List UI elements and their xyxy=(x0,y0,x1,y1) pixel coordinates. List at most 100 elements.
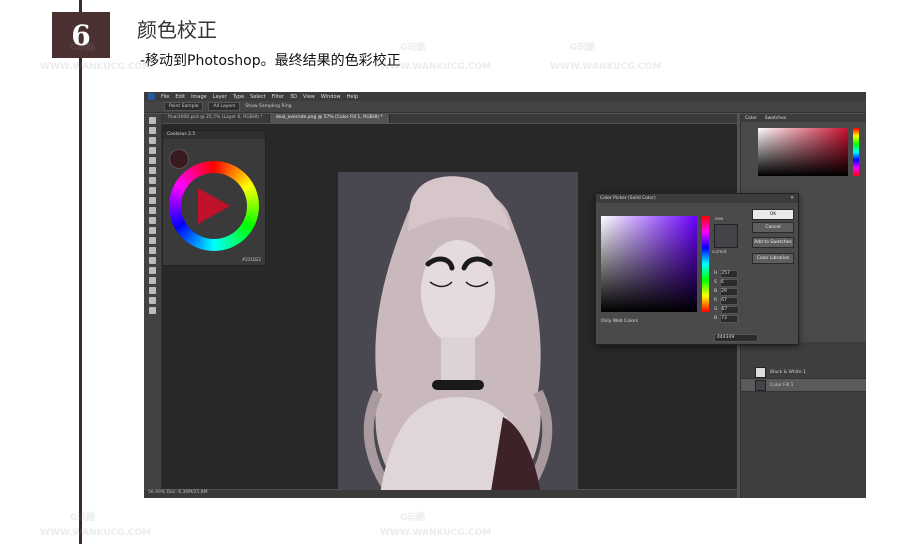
color-picker-title-text: Color Picker (Solid Color) xyxy=(600,196,656,201)
portrait-canvas[interactable] xyxy=(338,172,578,498)
watermark-logo: G玩酷 xyxy=(70,513,96,523)
only-web-colors-checkbox[interactable]: Only Web Colors xyxy=(601,319,638,324)
color-picker-title: Color Picker (Solid Color) ✕ xyxy=(596,194,798,203)
hand-tool-icon[interactable] xyxy=(149,297,156,304)
close-icon[interactable]: ✕ xyxy=(790,194,794,203)
step-subtitle: -移动到Photoshop。最终结果的色彩校正 xyxy=(140,53,401,69)
path-select-tool-icon[interactable] xyxy=(149,277,156,284)
color-libraries-button[interactable]: Color Libraries xyxy=(752,253,794,264)
field-label: S xyxy=(714,280,717,285)
menu-window[interactable]: Window xyxy=(321,94,341,100)
layers-panel: Black & White 1 Color Fill 1 xyxy=(741,342,866,498)
color-wheel[interactable] xyxy=(169,161,259,251)
ps-options-bar: Point Sample All Layers Show Sampling Ri… xyxy=(144,101,866,113)
step-number-badge: 6 xyxy=(52,12,110,58)
tab-swatches[interactable]: Swatches xyxy=(765,116,787,121)
pen-tool-icon[interactable] xyxy=(149,257,156,264)
field-label: G xyxy=(714,307,718,312)
watermark-url: WWW.WANKUCG.COM xyxy=(40,62,152,72)
timeline-line xyxy=(79,0,82,544)
ps-status-bar: 56.99% Doc: 6.36M/25.8M xyxy=(144,490,737,498)
menu-image[interactable]: Image xyxy=(191,94,207,100)
layer-name: Color Fill 1 xyxy=(770,382,794,388)
portrait-illustration xyxy=(363,176,553,498)
watermark-logo: G玩酷 xyxy=(400,43,426,53)
hue-slider[interactable] xyxy=(702,216,709,312)
coolorus-title: Coolorus 2.5 xyxy=(163,131,265,139)
quick-select-tool-icon[interactable] xyxy=(149,147,156,154)
coolorus-value: #231D22 xyxy=(241,257,261,262)
green-input[interactable]: 67 xyxy=(720,305,739,314)
blur-tool-icon[interactable] xyxy=(149,237,156,244)
menu-file[interactable]: File xyxy=(161,94,169,100)
cancel-button[interactable]: Cancel xyxy=(752,222,794,233)
healing-tool-icon[interactable] xyxy=(149,177,156,184)
menu-edit[interactable]: Edit xyxy=(175,94,185,100)
doc-tab-2[interactable]: deal_override.png @ 57% (Color Fill 1, R… xyxy=(269,114,390,123)
menu-3d[interactable]: 3D xyxy=(290,94,297,100)
ok-button[interactable]: OK xyxy=(752,209,794,220)
layers-controls xyxy=(741,342,866,366)
brightness-input[interactable]: 29 xyxy=(720,287,739,296)
blue-input[interactable]: 73 xyxy=(720,314,739,323)
zoom-tool-icon[interactable] xyxy=(149,307,156,314)
watermark-url: WWW.WANKUCG.COM xyxy=(40,528,152,538)
menu-filter[interactable]: Filter xyxy=(272,94,284,100)
layer-name: Black & White 1 xyxy=(770,369,806,375)
move-tool-icon[interactable] xyxy=(149,117,156,124)
watermark-url: WWW.WANKUCG.COM xyxy=(550,62,662,72)
saturation-input[interactable]: 6 xyxy=(719,278,738,287)
sample-size-select[interactable]: Point Sample xyxy=(164,102,204,111)
hue-input[interactable]: 257 xyxy=(720,269,739,278)
brush-tool-icon[interactable] xyxy=(149,187,156,194)
current-label: current xyxy=(712,249,727,254)
step-title: 颜色校正 xyxy=(137,18,217,42)
hex-input[interactable]: 444349 xyxy=(714,334,758,342)
field-label: B xyxy=(714,316,718,321)
current-color-swatch[interactable] xyxy=(169,149,189,169)
color-value-fields: H 257 S6 B 29 R 67 G 67 B 73 xyxy=(714,269,739,323)
crop-tool-icon[interactable] xyxy=(149,157,156,164)
color-panel-tabs: Color Swatches xyxy=(741,114,866,122)
menu-view[interactable]: View xyxy=(303,94,315,100)
gradient-tool-icon[interactable] xyxy=(149,227,156,234)
layer-row-selected[interactable]: Color Fill 1 xyxy=(741,379,866,392)
color-triangle[interactable] xyxy=(198,188,230,224)
lasso-tool-icon[interactable] xyxy=(149,137,156,144)
color-panel-hue[interactable] xyxy=(853,128,859,176)
color-panel-field[interactable] xyxy=(758,128,848,176)
color-preview xyxy=(714,224,738,248)
shape-tool-icon[interactable] xyxy=(149,287,156,294)
type-tool-icon[interactable] xyxy=(149,267,156,274)
tab-color[interactable]: Color xyxy=(745,116,757,121)
coolorus-panel[interactable]: Coolorus 2.5 #231D22 xyxy=(162,130,266,266)
layer-thumbnail xyxy=(755,366,766,378)
stamp-tool-icon[interactable] xyxy=(149,197,156,204)
menu-type[interactable]: Type xyxy=(233,94,244,100)
layer-row[interactable]: Black & White 1 xyxy=(741,366,866,379)
ps-document-tabs: final1000.psd @ 25,7% (Layer 6, RGB/8) *… xyxy=(162,114,737,123)
field-label: R xyxy=(714,298,718,303)
ps-toolbar xyxy=(144,114,162,490)
marquee-tool-icon[interactable] xyxy=(149,127,156,134)
color-wheel-center xyxy=(181,173,247,239)
saturation-brightness-field[interactable] xyxy=(601,216,697,312)
eyedropper-tool-icon[interactable] xyxy=(149,167,156,174)
layer-thumbnail xyxy=(755,379,766,391)
field-label: H xyxy=(714,271,718,276)
field-label: B xyxy=(714,289,718,294)
menu-select[interactable]: Select xyxy=(250,94,265,100)
sample-select[interactable]: All Layers xyxy=(208,102,241,111)
menu-layer[interactable]: Layer xyxy=(213,94,227,100)
doc-tab-1[interactable]: final1000.psd @ 25,7% (Layer 6, RGB/8) * xyxy=(162,114,270,123)
history-brush-tool-icon[interactable] xyxy=(149,207,156,214)
menu-help[interactable]: Help xyxy=(347,94,358,100)
ps-logo-icon xyxy=(148,93,155,100)
watermark-url: WWW.WANKUCG.COM xyxy=(380,528,492,538)
add-to-swatches-button[interactable]: Add to Swatches xyxy=(752,237,794,248)
red-input[interactable]: 67 xyxy=(720,296,739,305)
photoshop-screenshot: File Edit Image Layer Type Select Filter… xyxy=(144,92,866,498)
eraser-tool-icon[interactable] xyxy=(149,217,156,224)
show-sampling-ring-checkbox[interactable]: Show Sampling Ring xyxy=(245,104,291,109)
dodge-tool-icon[interactable] xyxy=(149,247,156,254)
